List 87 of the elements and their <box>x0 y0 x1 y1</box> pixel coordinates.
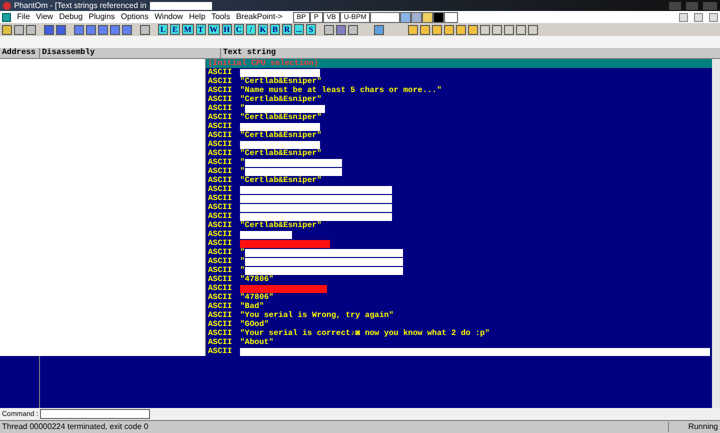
letter-toolbar-button[interactable]: M <box>182 24 194 35</box>
quote-mark: " <box>240 257 245 266</box>
type-label: ASCII <box>208 95 234 104</box>
text-string: "Certlab&Esniper" <box>240 221 322 230</box>
text-string: "Certlab&Esniper" <box>240 131 322 140</box>
text-string: "Certlab&Esniper" <box>240 95 322 104</box>
plugin-field[interactable] <box>370 12 400 22</box>
text-string: "Certlab&Esniper" <box>240 176 322 185</box>
type-label: ASCII <box>208 104 234 113</box>
text-string: "47806" <box>240 275 274 284</box>
type-label: ASCII <box>208 248 234 257</box>
type-label: ASCII <box>208 68 234 77</box>
letter-toolbar-button[interactable]: S <box>306 24 316 35</box>
type-label: ASCII <box>208 257 234 266</box>
quote-mark: " <box>240 266 245 275</box>
window-title: PhantOm - [Text strings referenced in <box>14 0 146 10</box>
menu-item[interactable]: Options <box>120 12 148 22</box>
type-label: ASCII <box>208 77 234 86</box>
type-label: ASCII <box>208 167 234 176</box>
menu-item[interactable]: BreakPoint-> <box>236 12 283 22</box>
letter-toolbar-button[interactable]: H <box>222 24 232 35</box>
text-row[interactable]: ASCII <box>206 347 712 356</box>
menu-item[interactable]: Window <box>154 12 183 22</box>
text-string: "47806" <box>240 293 274 302</box>
column-header[interactable]: Text string <box>221 48 720 58</box>
type-label: ASCII <box>208 122 234 131</box>
letter-toolbar-button[interactable]: C <box>234 24 244 35</box>
menu-item[interactable]: Debug <box>59 12 83 22</box>
letter-toolbar-button[interactable]: E <box>170 24 180 35</box>
letter-toolbar-button[interactable]: L <box>158 24 168 35</box>
text-string: "About" <box>240 338 274 347</box>
status-state: Running <box>668 422 720 432</box>
letter-toolbar-button[interactable]: ... <box>294 24 304 35</box>
text-string: (Initial CPU selection) <box>208 59 318 68</box>
status-message: Thread 00000224 terminated, exit code 0 <box>1 422 150 432</box>
type-label: ASCII <box>208 113 234 122</box>
letter-toolbar-button[interactable]: W <box>208 24 220 35</box>
type-label: ASCII <box>208 266 234 275</box>
letter-toolbar-button[interactable]: / <box>246 24 256 35</box>
text-string: "Bad" <box>240 302 264 311</box>
type-label: ASCII <box>208 86 234 95</box>
type-label: ASCII <box>208 275 234 284</box>
scrollbar[interactable] <box>712 59 720 408</box>
type-label: ASCII <box>208 347 234 356</box>
type-label: ASCII <box>208 293 234 302</box>
text-string: "Certlab&Esniper" <box>240 113 322 122</box>
menu-item[interactable]: File <box>17 12 30 22</box>
menu-item[interactable]: Tools <box>211 12 230 22</box>
type-label: ASCII <box>208 131 234 140</box>
quote-mark: " <box>240 104 245 113</box>
menu-item[interactable]: Plugins <box>88 12 115 22</box>
letter-toolbar-button[interactable]: B <box>270 24 280 35</box>
type-label: ASCII <box>208 230 234 239</box>
type-label: ASCII <box>208 203 234 212</box>
type-label: ASCII <box>208 194 234 203</box>
letter-toolbar-button[interactable]: R <box>282 24 292 35</box>
type-label: ASCII <box>208 185 234 194</box>
command-field[interactable] <box>40 409 150 419</box>
type-label: ASCII <box>208 338 234 347</box>
quote-mark: " <box>240 158 245 167</box>
type-label: ASCII <box>208 239 234 248</box>
type-label: ASCII <box>208 329 234 338</box>
text-string: "Your serial is correct♪◙ now you know what 2 do :p" <box>240 329 490 338</box>
app-icon[interactable] <box>2 12 11 22</box>
column-header[interactable]: Address <box>0 48 40 58</box>
letter-toolbar-button[interactable]: T <box>196 24 206 35</box>
menu-item[interactable]: View <box>36 12 54 22</box>
column-header[interactable]: Disassembly <box>40 48 221 58</box>
text-string: "GOod" <box>240 320 269 329</box>
type-label: ASCII <box>208 149 234 158</box>
text-string: "Certlab&Esniper" <box>240 149 322 158</box>
type-label: ASCII <box>208 311 234 320</box>
menu-item[interactable]: Help <box>188 12 206 22</box>
type-label: ASCII <box>208 302 234 311</box>
text-string: "You serial is Wrong, try again" <box>240 311 394 320</box>
text-string: "Certlab&Esniper" <box>240 77 322 86</box>
letter-toolbar-button[interactable]: K <box>258 24 268 35</box>
type-label: ASCII <box>208 212 234 221</box>
quote-mark: " <box>240 167 245 176</box>
type-label: ASCII <box>208 284 234 293</box>
type-label: ASCII <box>208 221 234 230</box>
text-string: "Name must be at least 5 chars or more..." <box>240 86 442 95</box>
quote-mark: " <box>240 248 245 257</box>
type-label: ASCII <box>208 158 234 167</box>
type-label: ASCII <box>208 176 234 185</box>
type-label: ASCII <box>208 140 234 149</box>
type-label: ASCII <box>208 320 234 329</box>
